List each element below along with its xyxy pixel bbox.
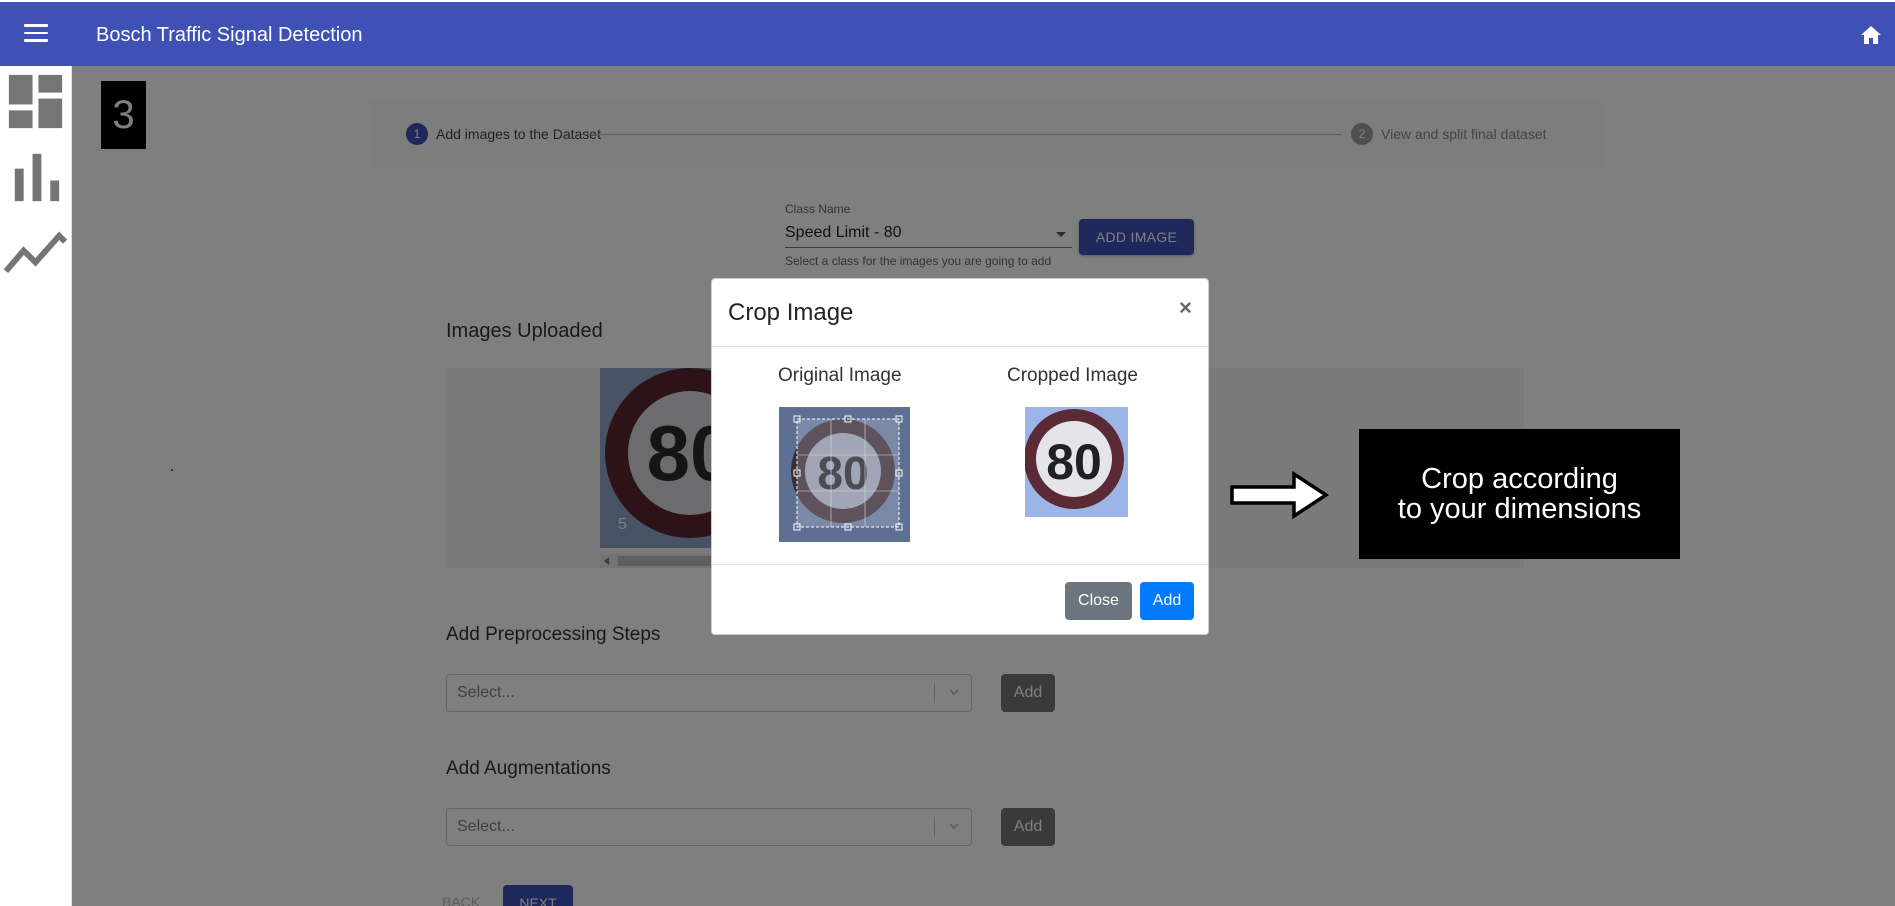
app-title: Bosch Traffic Signal Detection [96,24,363,46]
close-icon[interactable]: × [1179,295,1192,321]
original-image-cropper[interactable]: 80 [779,407,910,542]
close-button[interactable]: Close [1065,582,1132,620]
modal-header: Crop Image × [712,279,1208,347]
bar-chart-icon[interactable] [0,142,71,213]
annotation-callout: Crop according to your dimensions [1359,429,1680,559]
modal-footer: Close Add [712,564,1208,634]
modal-title: Crop Image [728,299,854,326]
cropped-image-preview: 80 [1025,407,1128,517]
dashboard-icon[interactable] [0,66,71,137]
crop-image-modal: Crop Image × Original Image Cropped Imag… [711,278,1209,635]
modal-body: Original Image Cropped Image 80 [712,347,1208,562]
original-image-label: Original Image [778,365,902,386]
app-bar: Bosch Traffic Signal Detection [0,0,1895,66]
add-button[interactable]: Add [1140,582,1194,620]
cropped-sign-text: 80 [1046,434,1102,490]
annotation-line-2: to your dimensions [1397,493,1642,525]
sidebar-nav [0,66,72,906]
original-sign-image: 80 [779,407,910,542]
trending-line-icon[interactable] [0,218,71,289]
cropped-image-label: Cropped Image [1007,365,1138,386]
home-icon[interactable] [1859,24,1883,46]
annotation-arrow-icon [1230,470,1330,520]
stray-dot [171,469,173,471]
cropped-sign-image: 80 [1025,407,1128,517]
annotation-line-1: Crop according [1421,463,1618,495]
menu-icon[interactable] [24,24,48,44]
